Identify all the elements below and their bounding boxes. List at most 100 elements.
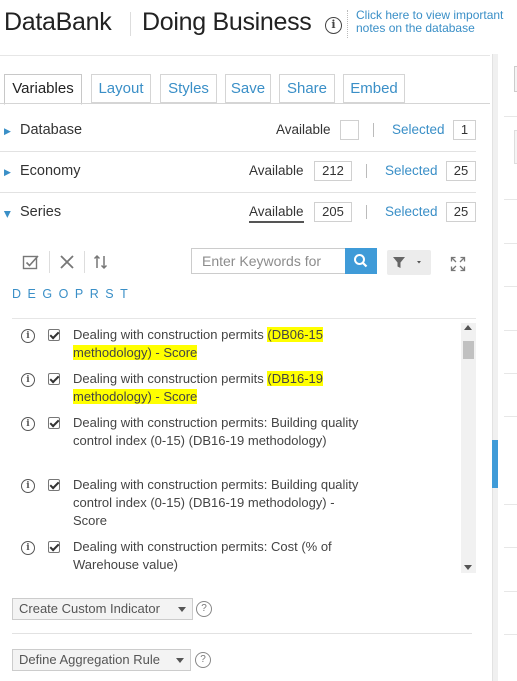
chevron-down-icon (178, 607, 186, 612)
selected-count: 1 (453, 120, 476, 140)
toolbar-divider (49, 251, 50, 273)
database-title: Doing Business (142, 8, 312, 36)
search-icon (354, 254, 368, 268)
section-name[interactable]: Database (20, 122, 82, 138)
header-dotted-divider (347, 10, 348, 38)
alphabet-filter: DEGOPRST (12, 287, 134, 301)
info-icon[interactable]: i (21, 479, 35, 493)
expand-icon[interactable] (450, 256, 466, 277)
search-button[interactable] (345, 248, 377, 274)
right-panel-rule (504, 116, 517, 117)
letter-filter-g[interactable]: G (42, 287, 52, 301)
panel-splitter[interactable] (492, 54, 498, 681)
right-panel-strip (492, 54, 517, 681)
item-checkbox[interactable] (48, 541, 60, 553)
available-count: 205 (314, 202, 352, 222)
sort-icon[interactable] (93, 254, 109, 275)
available-tab[interactable]: Available (249, 204, 304, 223)
define-aggregation-rule-dropdown[interactable]: Define Aggregation Rule (12, 649, 191, 671)
section-database[interactable]: ▶ Database Available Selected 1 (0, 111, 476, 152)
filter-dropdown-button[interactable] (387, 250, 431, 275)
selected-count: 25 (446, 161, 476, 181)
scroll-down-arrow-icon[interactable] (464, 565, 472, 570)
search-input[interactable] (192, 249, 347, 273)
section-economy[interactable]: ▶ Economy Available 212 Selected 25 (0, 152, 476, 193)
separator (373, 123, 374, 137)
item-checkbox[interactable] (48, 329, 60, 341)
letter-filter-e[interactable]: E (28, 287, 36, 301)
dropdown-label: Create Custom Indicator (19, 601, 160, 616)
header-divider (130, 12, 131, 36)
panel-resize-handle[interactable] (492, 440, 498, 488)
right-panel-rule (504, 504, 517, 505)
letter-filter-s[interactable]: S (105, 287, 113, 301)
tab-variables[interactable]: Variables (4, 74, 82, 105)
brand-logo[interactable]: DataBank (4, 8, 112, 37)
section-name[interactable]: Series (20, 204, 61, 220)
tab-share[interactable]: Share (279, 74, 335, 103)
section-divider (12, 633, 472, 634)
section-name[interactable]: Economy (20, 163, 80, 179)
right-panel-rule (504, 373, 517, 374)
tab-styles[interactable]: Styles (160, 74, 217, 103)
item-label[interactable]: Dealing with construction permits: Build… (73, 414, 363, 450)
selected-link[interactable]: Selected (392, 122, 445, 137)
info-icon[interactable]: i (21, 417, 35, 431)
available-count: 212 (314, 161, 352, 181)
letter-filter-d[interactable]: D (12, 287, 21, 301)
info-icon[interactable]: i (21, 329, 35, 343)
right-panel-rule (504, 416, 517, 417)
letter-filter-r[interactable]: R (90, 287, 99, 301)
dropdown-label: Define Aggregation Rule (19, 652, 160, 667)
letter-filter-p[interactable]: P (75, 287, 83, 301)
list-scrollbar[interactable] (461, 323, 476, 573)
item-checkbox[interactable] (48, 417, 60, 429)
right-panel-rule (504, 634, 517, 635)
letter-filter-o[interactable]: O (59, 287, 69, 301)
selected-link[interactable]: Selected (385, 204, 438, 219)
item-label[interactable]: Dealing with construction permits (DB16-… (73, 370, 363, 406)
selected-count: 25 (446, 202, 476, 222)
right-panel-rule (504, 243, 517, 244)
clear-selection-icon[interactable] (59, 254, 75, 275)
filter-icon (393, 257, 421, 268)
scroll-thumb[interactable] (463, 341, 474, 359)
section-series[interactable]: ▶ Series Available 205 Selected 25 (0, 193, 476, 234)
scroll-up-arrow-icon[interactable] (464, 325, 472, 330)
available-label: Available (276, 122, 331, 137)
tab-save[interactable]: Save (225, 74, 271, 103)
right-panel-rule (504, 591, 517, 592)
tab-embed[interactable]: Embed (343, 74, 405, 103)
info-icon[interactable]: i (325, 17, 342, 34)
right-panel-rule (504, 330, 517, 331)
caret-right-icon[interactable]: ▶ (4, 167, 11, 178)
item-label[interactable]: Dealing with construction permits: Build… (73, 476, 363, 530)
available-label: Available (249, 163, 304, 178)
info-icon[interactable]: i (21, 541, 35, 555)
help-icon[interactable]: ? (195, 652, 211, 668)
app-header: DataBank Doing Business i Click here to … (0, 0, 517, 52)
info-icon[interactable]: i (21, 373, 35, 387)
chevron-down-icon (176, 658, 184, 663)
separator (366, 164, 367, 178)
select-all-icon[interactable] (22, 253, 40, 276)
selected-link[interactable]: Selected (385, 163, 438, 178)
separator (366, 205, 367, 219)
item-label[interactable]: Dealing with construction permits (DB06-… (73, 326, 363, 362)
caret-down-icon[interactable]: ▶ (2, 211, 13, 218)
item-checkbox[interactable] (48, 479, 60, 491)
item-label[interactable]: Dealing with construction permits: Cost … (73, 538, 363, 573)
help-icon[interactable]: ? (196, 601, 212, 617)
right-panel-rule (504, 286, 517, 287)
letter-filter-t[interactable]: T (120, 287, 128, 301)
tab-bar-border (0, 103, 490, 104)
item-checkbox[interactable] (48, 373, 60, 385)
tab-layout[interactable]: Layout (91, 74, 151, 103)
toolbar-divider (84, 251, 85, 273)
create-custom-indicator-dropdown[interactable]: Create Custom Indicator (12, 598, 193, 620)
keyword-search (191, 248, 377, 274)
database-notes-link[interactable]: Click here to view important notes on th… (356, 9, 516, 35)
caret-right-icon[interactable]: ▶ (4, 126, 11, 137)
right-panel-rule (504, 547, 517, 548)
series-list: i Dealing with construction permits (DB0… (12, 318, 476, 573)
